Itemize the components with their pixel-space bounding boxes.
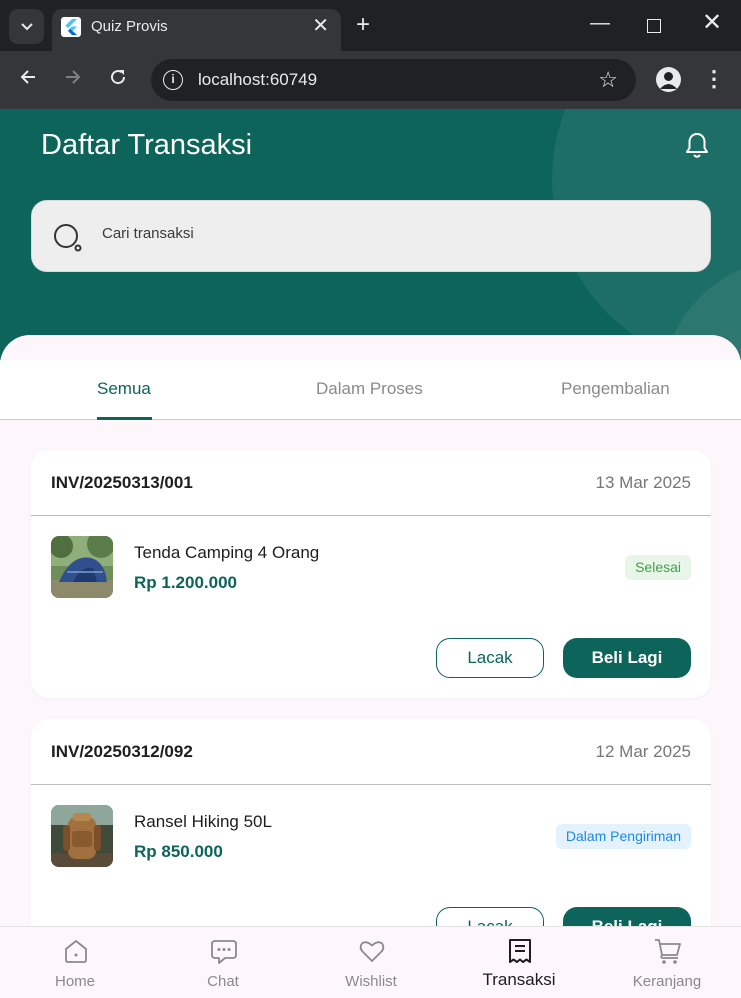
tab-semua[interactable]: Semua [97, 379, 151, 399]
new-tab-icon[interactable]: + [356, 12, 370, 38]
browser-menu-icon[interactable]: ⋮ [703, 66, 725, 92]
page-title: Daftar Transaksi [41, 129, 253, 161]
nav-label: Wishlist [345, 973, 397, 990]
nav-label: Transaksi [482, 970, 556, 989]
transaction-date: 12 Mar 2025 [595, 742, 691, 761]
app-viewport: Daftar Transaksi Semua Dalam Proses Peng… [0, 109, 741, 998]
transaction-date: 13 Mar 2025 [595, 473, 691, 492]
track-button[interactable]: Lacak [436, 638, 544, 678]
search-bar[interactable] [31, 200, 711, 272]
browser-tab-strip: Quiz Provis ✕ + — ✕ [0, 0, 741, 51]
content-sheet: Semua Dalam Proses Pengembalian INV/2025… [0, 335, 741, 998]
status-badge: Dalam Pengiriman [555, 824, 691, 849]
reload-icon[interactable] [108, 67, 128, 93]
tab-pengembalian[interactable]: Pengembalian [561, 379, 670, 399]
divider [31, 515, 711, 516]
home-icon [65, 940, 87, 963]
bookmark-star-icon[interactable]: ☆ [598, 67, 618, 93]
browser-toolbar: i localhost:60749 ☆ [0, 51, 741, 109]
nav-label: Keranjang [632, 973, 702, 990]
forward-arrow-icon[interactable] [63, 67, 83, 93]
browser-tab[interactable]: Quiz Provis ✕ [52, 9, 341, 51]
tab-close-icon[interactable]: ✕ [312, 14, 329, 38]
minimize-icon[interactable]: — [590, 12, 610, 35]
back-arrow-icon[interactable] [18, 67, 38, 93]
profile-avatar-icon[interactable] [656, 67, 681, 92]
site-info-icon[interactable]: i [163, 70, 183, 90]
product-price: Rp 850.000 [134, 842, 223, 861]
product-name: Tenda Camping 4 Orang [134, 543, 320, 562]
divider [31, 784, 711, 785]
nav-item-transaksi[interactable]: Transaksi [445, 927, 593, 998]
product-price: Rp 1.200.000 [134, 573, 238, 592]
tab-title: Quiz Provis [91, 18, 168, 35]
chevron-down-icon [20, 22, 33, 30]
flutter-logo-icon [61, 17, 81, 37]
invoice-number: INV/20250312/092 [51, 742, 193, 761]
window-close-icon[interactable]: ✕ [702, 10, 722, 36]
search-icon [54, 224, 82, 252]
heart-icon [359, 941, 385, 962]
tab-search-button[interactable] [9, 9, 44, 44]
receipt-icon [509, 939, 531, 963]
nav-item-home[interactable]: Home [1, 927, 149, 998]
transaction-card[interactable]: INV/20250313/001 13 Mar 2025 Tenda Campi… [31, 450, 711, 698]
nav-label: Home [54, 973, 95, 990]
product-name: Ransel Hiking 50L [134, 812, 272, 831]
status-badge: Selesai [625, 555, 691, 580]
backpack-product-image [51, 805, 113, 867]
address-bar[interactable]: i localhost:60749 ☆ [151, 59, 636, 101]
cart-icon [655, 939, 681, 964]
tab-dalam-proses[interactable]: Dalam Proses [316, 379, 423, 399]
active-tab-indicator [97, 417, 152, 420]
buy-again-button[interactable]: Beli Lagi [563, 638, 691, 678]
search-input[interactable] [102, 225, 662, 242]
invoice-number: INV/20250313/001 [51, 473, 193, 492]
nav-item-keranjang[interactable]: Keranjang [593, 927, 741, 998]
maximize-icon[interactable] [647, 19, 661, 33]
nav-item-wishlist[interactable]: Wishlist [297, 927, 445, 998]
chat-icon [211, 940, 237, 964]
filter-tabs: Semua Dalam Proses Pengembalian [0, 360, 741, 420]
nav-item-chat[interactable]: Chat [149, 927, 297, 998]
nav-label: Chat [207, 973, 239, 990]
url-text[interactable]: localhost:60749 [198, 70, 317, 90]
tent-product-image [51, 536, 113, 598]
bottom-navigation: Home Chat Wishlist Transaksi Keranjang [0, 926, 741, 998]
notification-bell-icon[interactable] [683, 131, 711, 161]
